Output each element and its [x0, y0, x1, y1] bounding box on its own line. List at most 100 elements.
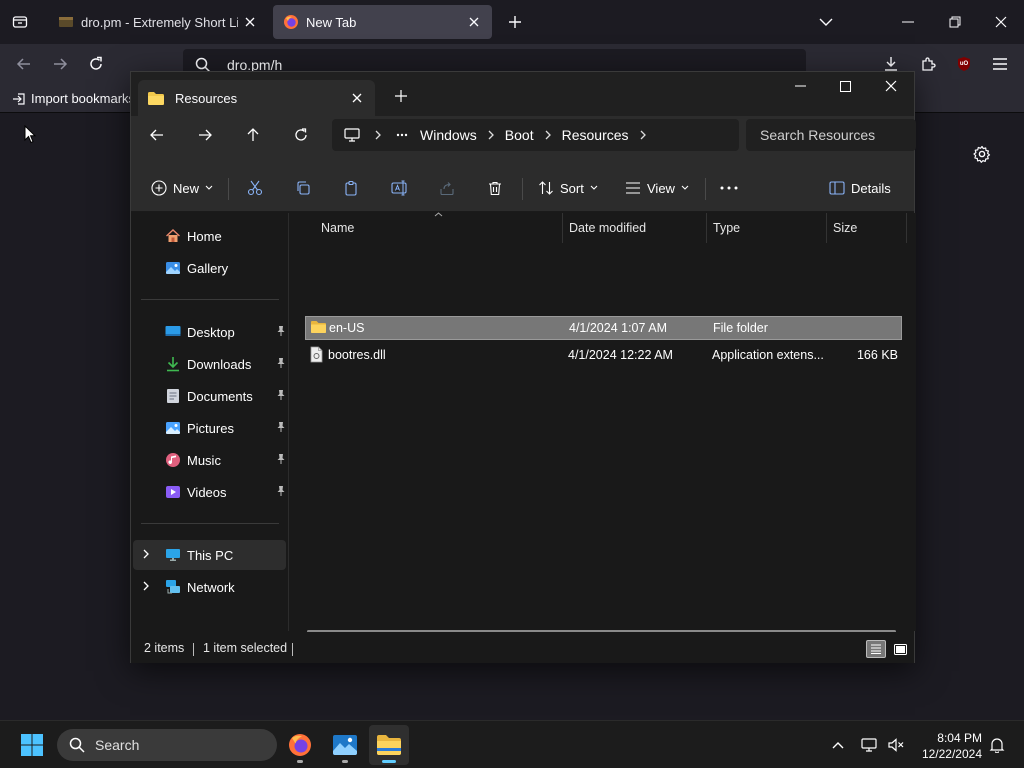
share-button[interactable] [439, 172, 455, 204]
close-window-icon[interactable] [879, 74, 903, 98]
nav-item-downloads[interactable]: Downloads [133, 349, 286, 379]
forward-icon[interactable] [48, 52, 72, 76]
file-row-en-us[interactable]: en-US 4/1/2024 1:07 AM File folder [305, 316, 902, 340]
forward-icon[interactable] [193, 123, 217, 147]
breadcrumb-resources[interactable]: Resources [552, 127, 639, 143]
gallery-icon [164, 259, 182, 277]
back-icon[interactable] [12, 52, 36, 76]
details-pane-button[interactable]: Details [829, 172, 891, 204]
back-icon[interactable] [145, 123, 169, 147]
nav-item-this-pc[interactable]: This PC [133, 540, 286, 570]
chevron-right-icon[interactable] [142, 548, 150, 560]
details-view-icon[interactable] [866, 640, 886, 658]
more-ellipsis-icon[interactable] [396, 133, 408, 137]
new-button[interactable]: New [151, 172, 213, 204]
chevron-right-icon[interactable] [544, 130, 552, 140]
chevron-right-icon[interactable] [142, 580, 150, 592]
column-header-label: Type [713, 221, 741, 235]
close-window-icon[interactable] [989, 10, 1013, 34]
scissors-icon [247, 180, 263, 196]
nav-item-documents[interactable]: Documents [133, 381, 286, 411]
this-pc-monitor-icon[interactable] [344, 128, 360, 142]
taskbar-app-photos[interactable] [325, 725, 365, 765]
browser-tab-newtab[interactable]: New Tab [273, 5, 492, 39]
ublock-origin-icon[interactable]: uO [952, 52, 976, 76]
breadcrumb-windows[interactable]: Windows [410, 127, 487, 143]
column-header-size[interactable]: Size [827, 213, 907, 243]
sort-label: Sort [560, 180, 584, 196]
sort-button[interactable]: Sort [538, 172, 598, 204]
pin-icon[interactable] [276, 357, 286, 369]
new-tab-plus-icon[interactable] [503, 10, 527, 34]
pin-icon[interactable] [276, 325, 286, 337]
status-divider [292, 643, 293, 656]
clock-time: 8:04 PM [937, 731, 982, 745]
up-arrow-icon[interactable] [241, 123, 265, 147]
notifications-bell-icon[interactable] [985, 733, 1009, 757]
minimize-icon[interactable] [896, 10, 920, 34]
nav-item-gallery[interactable]: Gallery [133, 253, 286, 283]
taskbar-search-input[interactable]: Search [57, 729, 277, 761]
chevron-down-icon [590, 185, 598, 191]
toolbar-divider [705, 178, 706, 200]
delete-button[interactable] [487, 172, 503, 204]
tab-list-icon[interactable] [8, 10, 32, 34]
explorer-title-bar: Resources [131, 72, 914, 116]
search-resources-input[interactable]: Search Resources [746, 119, 916, 151]
restore-icon[interactable] [943, 10, 967, 34]
nav-item-home[interactable]: Home [133, 221, 286, 251]
browser-tab-dropm[interactable]: dro.pm - Extremely Short Links [48, 5, 268, 39]
volume-muted-icon[interactable] [884, 733, 908, 757]
maximize-icon[interactable] [833, 74, 857, 98]
close-tab-icon[interactable] [462, 10, 486, 34]
column-header-type[interactable]: Type [707, 213, 827, 243]
view-button[interactable]: View [625, 172, 689, 204]
more-ellipsis-icon [720, 186, 738, 190]
column-header-name[interactable]: Name [315, 213, 563, 243]
chevron-down-icon [205, 185, 213, 191]
taskbar-app-file-explorer[interactable] [369, 725, 409, 765]
nav-item-music[interactable]: Music [133, 445, 286, 475]
nav-item-pictures[interactable]: Pictures [133, 413, 286, 443]
windows-start-icon[interactable] [16, 729, 48, 761]
copy-button[interactable] [295, 172, 311, 204]
large-icons-view-icon[interactable] [890, 640, 910, 658]
nav-item-desktop[interactable]: Desktop [133, 317, 286, 347]
cut-button[interactable] [247, 172, 263, 204]
clock-date: 12/22/2024 [921, 747, 982, 761]
explorer-tab-resources[interactable]: Resources [138, 80, 375, 116]
show-hidden-icons-chevron-up-icon[interactable] [826, 733, 850, 757]
sort-arrows-icon [538, 180, 554, 196]
import-bookmarks-button[interactable]: Import bookmarks... [12, 91, 146, 106]
breadcrumb-boot[interactable]: Boot [495, 127, 544, 143]
close-tab-icon[interactable] [345, 86, 369, 110]
chevron-right-icon[interactable] [487, 130, 495, 140]
nav-item-videos[interactable]: Videos [133, 477, 286, 507]
home-icon [164, 227, 182, 245]
network-status-icon[interactable] [858, 733, 882, 757]
chevron-right-icon[interactable] [639, 130, 647, 140]
chevron-right-icon[interactable] [374, 130, 382, 140]
new-explorer-tab-plus-icon[interactable] [389, 84, 413, 108]
pin-icon[interactable] [276, 453, 286, 465]
list-all-tabs-chevron-icon[interactable] [814, 10, 838, 34]
breadcrumb[interactable]: Windows Boot Resources [332, 119, 739, 151]
minimize-icon[interactable] [788, 74, 812, 98]
system-clock[interactable]: 8:04 PM 12/22/2024 [918, 730, 982, 762]
pin-icon[interactable] [276, 421, 286, 433]
pin-icon[interactable] [276, 485, 286, 497]
extensions-icon[interactable] [916, 52, 940, 76]
newtab-settings-gear-icon[interactable] [970, 142, 994, 166]
close-tab-icon[interactable] [238, 10, 262, 34]
menu-hamburger-icon[interactable] [988, 52, 1012, 76]
file-row-bootres-dll[interactable]: bootres.dll 4/1/2024 12:22 AM Applicatio… [305, 344, 902, 368]
paste-button[interactable] [343, 172, 359, 204]
more-options-button[interactable] [720, 172, 738, 204]
pin-icon[interactable] [276, 389, 286, 401]
column-header-date-modified[interactable]: Date modified [563, 213, 707, 243]
nav-item-network[interactable]: Network [133, 572, 286, 602]
taskbar-app-firefox[interactable] [280, 725, 320, 765]
rename-button[interactable] [391, 172, 409, 204]
refresh-icon[interactable] [289, 123, 313, 147]
reload-icon[interactable] [84, 52, 108, 76]
